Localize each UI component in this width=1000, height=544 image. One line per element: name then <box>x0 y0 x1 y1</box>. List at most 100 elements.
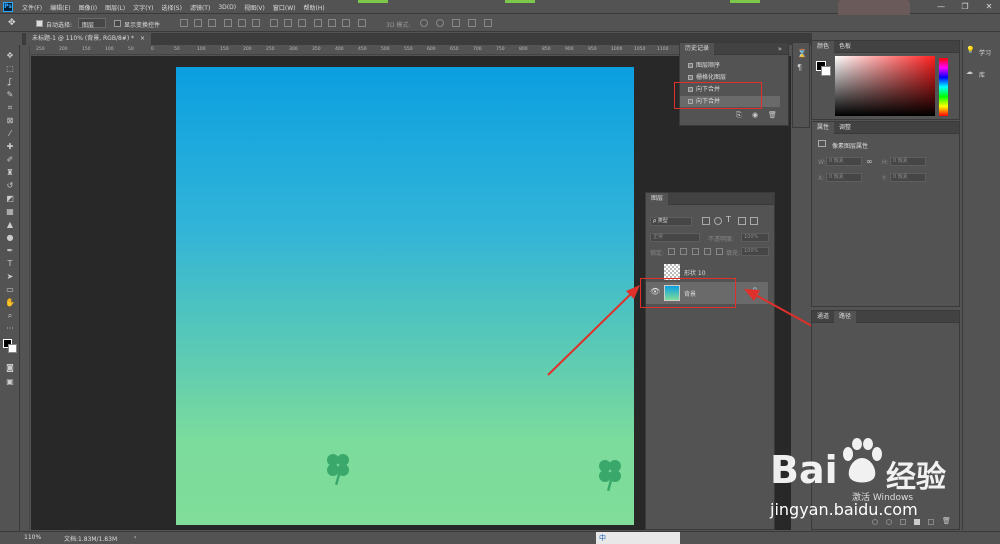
move-tool-icon[interactable]: ✥ <box>4 51 16 61</box>
distribute-bottom-icon[interactable] <box>298 19 306 27</box>
color-picker-field[interactable] <box>835 56 935 116</box>
dodge-tool-icon[interactable]: ● <box>4 233 16 243</box>
tab-layers[interactable]: 图层 <box>646 193 669 205</box>
menu-image[interactable]: 图像(I) <box>79 3 97 12</box>
distribute-hcenter-icon[interactable] <box>328 19 336 27</box>
link-icon[interactable]: ∞ <box>866 157 873 166</box>
align-left-icon[interactable] <box>224 19 232 27</box>
auto-select-checkbox[interactable] <box>36 20 43 27</box>
background-color-swatch[interactable] <box>8 344 17 353</box>
eyedropper-tool-icon[interactable]: ⁄ <box>4 129 16 139</box>
hue-slider[interactable] <box>939 58 948 116</box>
filter-smart-icon[interactable] <box>750 217 758 225</box>
minimize-icon[interactable]: — <box>930 0 952 14</box>
align-bottom-icon[interactable] <box>208 19 216 27</box>
align-top-icon[interactable] <box>180 19 188 27</box>
pen-tool-icon[interactable]: ✒ <box>4 246 16 256</box>
brush-tool-icon[interactable]: ✐ <box>4 155 16 165</box>
background-swatch[interactable] <box>821 66 831 76</box>
marquee-tool-icon[interactable]: ⬚ <box>4 64 16 74</box>
tab-color[interactable]: 颜色 <box>812 41 835 53</box>
clone-stamp-tool-icon[interactable]: ♜ <box>4 168 16 178</box>
screen-mode-icon[interactable]: ▣ <box>4 377 16 387</box>
photoshop-logo-icon[interactable]: Ps <box>3 2 13 12</box>
filter-pixel-icon[interactable] <box>702 217 710 225</box>
menu-view[interactable]: 视图(V) <box>244 3 265 12</box>
zoom-level[interactable]: 110% <box>24 534 41 541</box>
menu-window[interactable]: 窗口(W) <box>273 3 296 12</box>
maximize-icon[interactable]: ❐ <box>954 0 976 14</box>
align-right-icon[interactable] <box>252 19 260 27</box>
lightbulb-icon[interactable]: 💡 <box>966 46 975 54</box>
tab-history[interactable]: 历史记录 <box>680 43 715 55</box>
lasso-tool-icon[interactable]: ʆ <box>4 77 16 87</box>
height-input[interactable]: 0 像素 <box>890 157 926 166</box>
history-dock-icon[interactable]: ⌛ <box>797 49 807 58</box>
auto-select-dropdown[interactable]: 图层 <box>78 18 106 29</box>
menu-file[interactable]: 文件(F) <box>22 3 42 12</box>
menu-3d[interactable]: 3D(D) <box>218 4 236 11</box>
menu-edit[interactable]: 编辑(E) <box>50 3 70 12</box>
menu-filter[interactable]: 滤镜(T) <box>190 3 210 12</box>
history-brush-tool-icon[interactable]: ↺ <box>4 181 16 191</box>
width-input[interactable]: 0 像素 <box>826 157 862 166</box>
ime-mode-label[interactable]: 中 <box>599 533 606 543</box>
frame-tool-icon[interactable]: ⊠ <box>4 116 16 126</box>
type-tool-icon[interactable]: T <box>4 259 16 269</box>
zoom-tool-icon[interactable]: ⌕ <box>4 311 16 321</box>
trash-icon[interactable]: 🗑 <box>768 111 777 119</box>
3d-roll-icon[interactable] <box>436 19 444 27</box>
collapse-icon[interactable]: » <box>778 45 782 53</box>
lock-pixels-icon[interactable] <box>680 248 687 255</box>
tab-channels[interactable]: 通道 <box>812 311 834 323</box>
menu-select[interactable]: 选择(S) <box>161 3 182 12</box>
menu-type[interactable]: 文字(Y) <box>133 3 153 12</box>
path-select-tool-icon[interactable]: ➤ <box>4 272 16 282</box>
document-info[interactable]: 文档:1.83M/1.83M <box>64 534 117 543</box>
ime-toolbar[interactable]: 中 <box>596 532 680 544</box>
y-input[interactable]: 0 像素 <box>890 173 926 182</box>
3d-scale-icon[interactable] <box>484 19 492 27</box>
3d-slide-icon[interactable] <box>468 19 476 27</box>
align-vcenter-icon[interactable] <box>194 19 202 27</box>
move-tool-icon[interactable]: ✥ <box>8 18 16 28</box>
healing-brush-tool-icon[interactable]: ✚ <box>4 142 16 152</box>
eraser-tool-icon[interactable]: ◩ <box>4 194 16 204</box>
lock-artboard-icon[interactable] <box>704 248 711 255</box>
filter-type-icon[interactable]: T <box>726 215 731 224</box>
tab-swatches[interactable]: 色板 <box>834 41 856 53</box>
document-tab[interactable]: 未标题-1 @ 110% (背景, RGB/8#) * × <box>26 33 152 45</box>
tab-close-icon[interactable]: × <box>140 35 145 42</box>
tab-properties[interactable]: 属性 <box>812 122 835 134</box>
transform-checkbox[interactable] <box>114 20 121 27</box>
fill-input[interactable]: 100% <box>741 247 769 256</box>
tab-adjustments[interactable]: 调整 <box>834 122 856 134</box>
status-arrow-icon[interactable]: › <box>134 534 136 541</box>
distribute-top-icon[interactable] <box>270 19 278 27</box>
new-document-icon[interactable]: ⎘ <box>736 111 742 120</box>
library-icon[interactable]: ☁ <box>966 68 973 76</box>
lock-all-icon[interactable] <box>716 248 723 255</box>
lock-transparent-icon[interactable] <box>668 248 675 255</box>
hand-tool-icon[interactable]: ✋ <box>4 298 16 308</box>
more-tools-icon[interactable]: ··· <box>4 324 16 334</box>
menu-help[interactable]: 帮助(H) <box>304 3 325 12</box>
distribute-vcenter-icon[interactable] <box>284 19 292 27</box>
quick-select-tool-icon[interactable]: ✎ <box>4 90 16 100</box>
quick-mask-icon[interactable]: ◙ <box>4 363 16 373</box>
learn-label[interactable]: 学习 <box>979 48 991 57</box>
library-label[interactable]: 库 <box>979 70 985 79</box>
close-icon[interactable]: ✕ <box>978 0 1000 14</box>
filter-adjust-icon[interactable] <box>714 217 722 225</box>
3d-rotate-icon[interactable] <box>420 19 428 27</box>
paragraph-dock-icon[interactable]: ¶ <box>797 63 802 72</box>
3d-pan-icon[interactable] <box>452 19 460 27</box>
auto-align-icon[interactable] <box>358 19 366 27</box>
crop-tool-icon[interactable]: ⌗ <box>4 103 16 113</box>
layer-filter-dropdown[interactable]: ρ 类型 <box>650 217 692 226</box>
snapshot-icon[interactable]: ◉ <box>752 111 758 119</box>
x-input[interactable]: 0 像素 <box>826 173 862 182</box>
blend-mode-dropdown[interactable]: 正常 <box>650 233 700 242</box>
lock-position-icon[interactable] <box>692 248 699 255</box>
history-item[interactable]: 图层顺序 <box>680 60 780 71</box>
